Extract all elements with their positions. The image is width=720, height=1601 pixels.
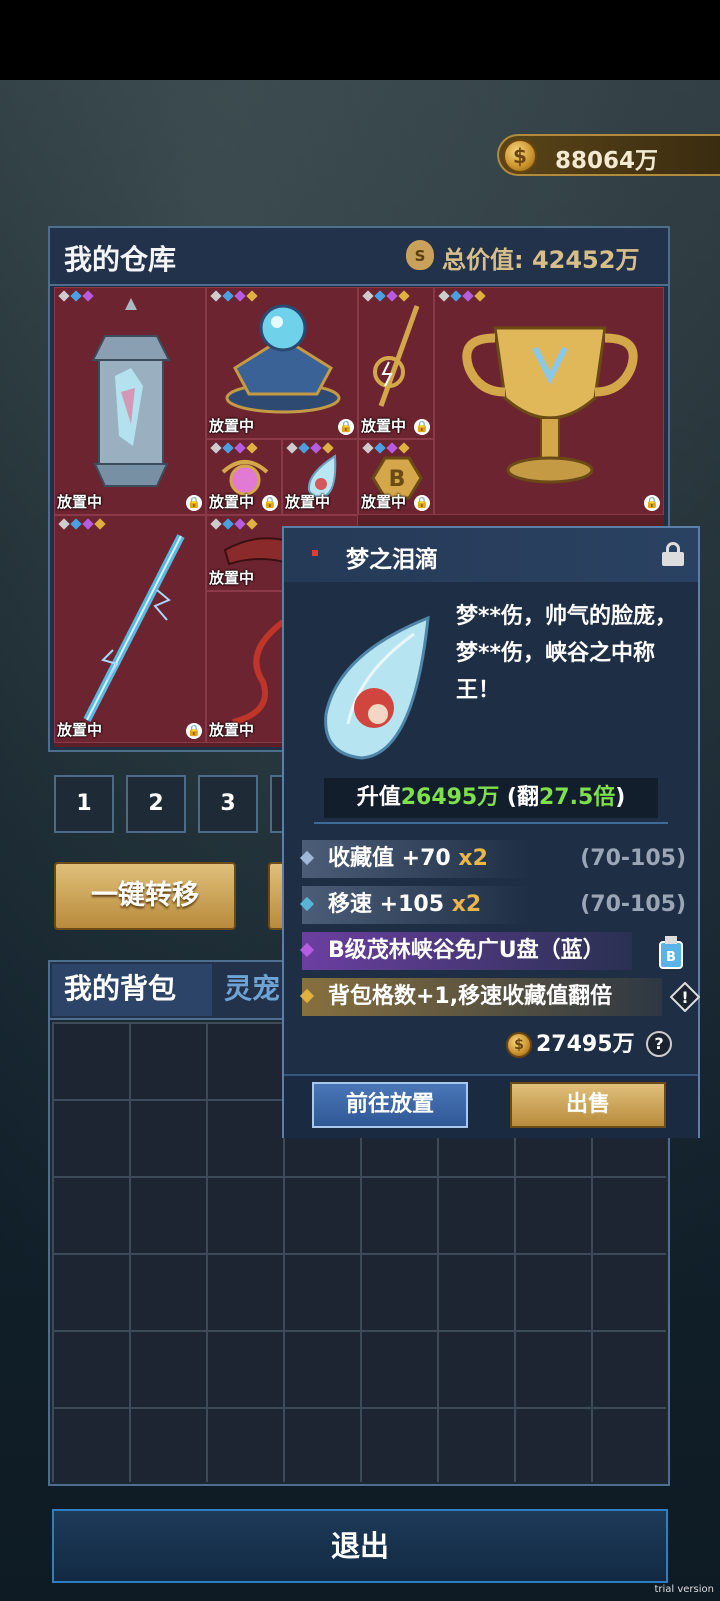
item-b-coin[interactable]: B 放置中 🔒	[358, 439, 434, 515]
upvalue-suffix: )	[615, 785, 626, 810]
stat-backpack-slot: 背包格数+1,移速收藏值翻倍 !	[299, 978, 700, 1016]
stat-multiplier: x2	[451, 892, 482, 917]
tab-pets[interactable]: 灵宠	[224, 964, 280, 1016]
page-button-3[interactable]: 3	[198, 775, 258, 833]
stat-range: (70-105)	[580, 846, 686, 871]
placed-label: 放置中	[361, 493, 407, 511]
gem-indicators	[438, 290, 486, 303]
gold-coin-icon: $	[503, 139, 537, 173]
watermark: trial version	[654, 1584, 714, 1595]
page-button-1[interactable]: 1	[54, 775, 114, 833]
placed-label: 放置中	[209, 493, 255, 511]
placed-label: 放置中	[57, 721, 103, 739]
item-golden-trophy[interactable]: 🔒	[434, 287, 664, 515]
item-lightning-staff[interactable]: 放置中 🔒	[358, 287, 434, 439]
gem-indicators	[210, 442, 258, 455]
upvalue-amount: 26495万	[400, 785, 500, 810]
golden-staff-icon	[373, 305, 420, 407]
stat-text: B级茂林峡谷免广U盘（蓝）	[328, 938, 605, 963]
svg-text:!: !	[681, 988, 688, 1007]
placed-label: 放置中	[209, 569, 255, 587]
placed-label: 放置中	[209, 417, 255, 435]
lock-icon[interactable]: 🔒	[186, 723, 202, 739]
placed-label: 放置中	[361, 417, 407, 435]
divider	[314, 822, 668, 824]
popup-footer: 前往放置 出售	[284, 1074, 698, 1138]
stat-text: 收藏值 +70	[328, 846, 451, 871]
item-dream-tear[interactable]: 放置中	[282, 439, 358, 515]
orb-shrine-icon	[225, 304, 341, 414]
trophy-icon	[462, 326, 638, 484]
item-orb-shrine[interactable]: 放置中 🔒	[206, 287, 358, 439]
sell-price: $27495万	[506, 1028, 635, 1062]
lock-icon[interactable]: 🔒	[186, 495, 202, 511]
stat-range: (70-105)	[580, 892, 686, 917]
gold-amount: 88064万	[555, 148, 659, 174]
money-bag-icon: S	[406, 240, 434, 270]
item-name: 梦之泪滴	[346, 547, 438, 573]
status-bar	[0, 0, 720, 80]
stat-text: 背包格数+1,移速收藏值翻倍	[328, 984, 613, 1009]
sell-button[interactable]: 出售	[510, 1082, 666, 1128]
svg-text:B: B	[389, 467, 406, 492]
exit-button[interactable]: 退出	[52, 1509, 668, 1583]
popup-header: 梦之泪滴	[284, 528, 698, 582]
stat-collection-value: 收藏值 +70 x2 (70-105)	[299, 840, 692, 878]
lock-icon[interactable]	[662, 542, 684, 566]
upvalue-mid: (翻	[499, 785, 539, 810]
upvalue-multiplier: 27.5倍	[538, 785, 616, 810]
item-jewel-pink[interactable]: 放置中 🔒	[206, 439, 282, 515]
page-button-2[interactable]: 2	[126, 775, 186, 833]
price-amount: 27495万	[536, 1032, 635, 1057]
item-detail-popup: 梦之泪滴 梦**伤，帅气的脸庞，梦**伤，峡谷之中称王！ 升值26495万 (翻…	[282, 526, 700, 1138]
warehouse-title: 我的仓库	[64, 243, 177, 276]
placed-label: 放置中	[209, 721, 255, 739]
stat-usb-drive: B级茂林峡谷免广U盘（蓝） B	[299, 932, 692, 970]
stat-move-speed: 移速 +105 x2 (70-105)	[299, 886, 692, 924]
lock-icon[interactable]: 🔒	[414, 419, 430, 435]
svg-text:B: B	[666, 950, 676, 965]
tab-my-backpack[interactable]: 我的背包	[52, 964, 212, 1016]
placed-label: 放置中	[285, 493, 331, 511]
item-lightning-spear[interactable]: 放置中 🔒	[54, 515, 206, 743]
upvalue-prefix: 升值	[356, 785, 401, 810]
lock-icon[interactable]: 🔒	[644, 495, 660, 511]
one-click-transfer-button[interactable]: 一键转移	[54, 862, 236, 930]
warning-icon[interactable]: !	[670, 982, 700, 1012]
usb-drive-icon: B	[659, 936, 683, 969]
lantern-icon	[91, 298, 171, 487]
warehouse-total-value: 总价值: 42452万	[442, 246, 640, 274]
placed-label: 放置中	[57, 493, 103, 511]
lock-icon[interactable]: 🔒	[338, 419, 354, 435]
gold-currency-display: $ 88064万	[497, 134, 720, 176]
dream-tear-icon	[324, 615, 430, 760]
help-icon[interactable]: ?	[646, 1031, 672, 1057]
stat-multiplier: x2	[458, 846, 488, 871]
warehouse-header: 我的仓库 S 总价值: 42452万	[50, 228, 668, 286]
spear-icon	[83, 534, 185, 722]
stat-text: 移速 +105	[328, 892, 445, 917]
new-dot-icon	[312, 550, 318, 556]
item-description: 梦**伤，帅气的脸庞，梦**伤，峡谷之中称王！	[456, 604, 678, 703]
item-lantern[interactable]: 放置中 🔒	[54, 287, 206, 515]
lock-icon[interactable]: 🔒	[262, 495, 278, 511]
value-increase-banner: 升值26495万 (翻27.5倍)	[324, 778, 658, 818]
gold-coin-icon: $	[506, 1032, 532, 1058]
go-place-button[interactable]: 前往放置	[312, 1082, 468, 1128]
lock-icon[interactable]: 🔒	[414, 495, 430, 511]
